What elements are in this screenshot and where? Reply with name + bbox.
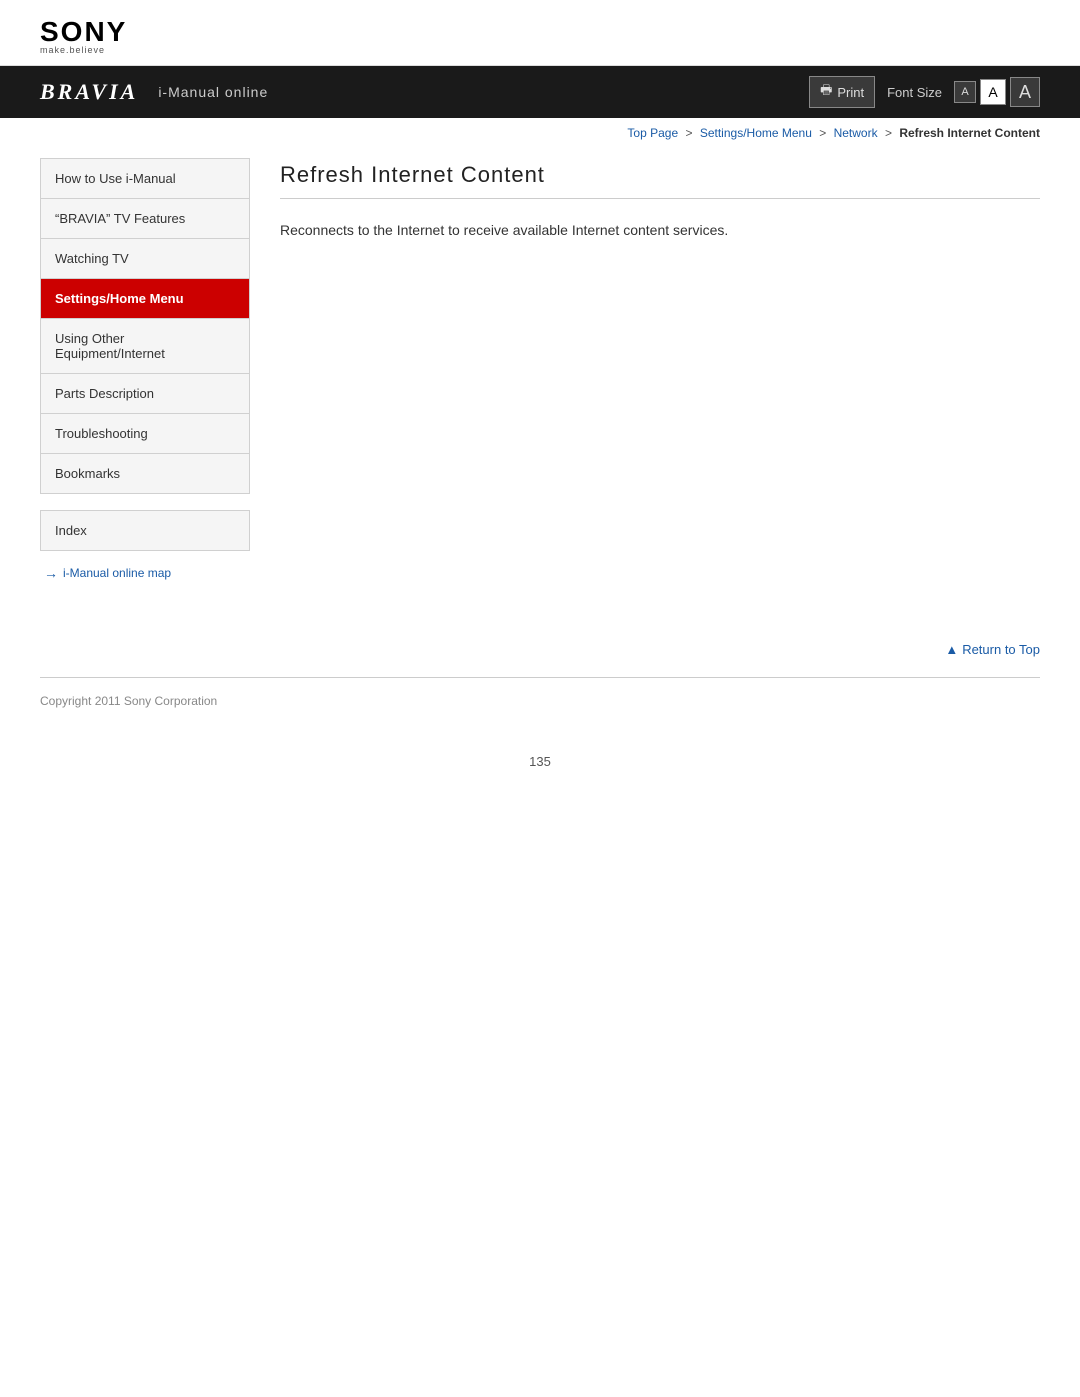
sidebar-item-settings-home-menu[interactable]: Settings/Home Menu [40,278,250,318]
breadcrumb-sep-1: > [685,126,692,140]
page-description: Reconnects to the Internet to receive av… [280,219,1040,241]
print-icon: 🖶 [820,81,832,103]
sidebar-item-parts-description[interactable]: Parts Description [40,373,250,413]
top-nav-bar: BRAVIA i-Manual online 🖶 Print Font Size… [0,66,1080,118]
logo-area: SONY make.believe [0,0,1080,66]
sony-brand: SONY [40,18,1040,46]
return-to-top-bar: ▲ Return to Top [0,621,1080,677]
breadcrumb-top-page[interactable]: Top Page [627,126,678,140]
font-large-button[interactable]: A [1010,77,1040,107]
bravia-logo: BRAVIA [40,79,138,105]
print-button[interactable]: 🖶 Print [809,76,875,108]
sidebar-item-troubleshooting[interactable]: Troubleshooting [40,413,250,453]
imanual-title: i-Manual online [158,84,809,100]
breadcrumb-settings-home-menu[interactable]: Settings/Home Menu [700,126,812,140]
sidebar-item-bookmarks[interactable]: Bookmarks [40,453,250,494]
font-medium-button[interactable]: A [980,79,1006,105]
arrow-right-icon: → [44,565,58,581]
content-area: Refresh Internet Content Reconnects to t… [280,158,1040,581]
copyright-text: Copyright 2011 Sony Corporation [40,694,217,708]
sidebar-item-using-other-equipment[interactable]: Using Other Equipment/Internet [40,318,250,373]
sony-tagline: make.believe [40,46,1040,55]
breadcrumb-sep-3: > [885,126,892,140]
sidebar: How to Use i-Manual “BRAVIA” TV Features… [40,158,250,581]
triangle-up-icon: ▲ [945,642,958,657]
font-size-label: Font Size [887,85,942,100]
main-layout: How to Use i-Manual “BRAVIA” TV Features… [0,158,1080,581]
top-bar-controls: 🖶 Print Font Size A A A [809,76,1040,108]
font-size-controls: A A A [954,77,1040,107]
breadcrumb-sep-2: > [819,126,826,140]
sidebar-item-how-to-use[interactable]: How to Use i-Manual [40,158,250,198]
sidebar-item-watching-tv[interactable]: Watching TV [40,238,250,278]
font-small-button[interactable]: A [954,81,976,103]
breadcrumb: Top Page > Settings/Home Menu > Network … [0,118,1080,148]
breadcrumb-current: Refresh Internet Content [899,126,1040,140]
footer: Copyright 2011 Sony Corporation [0,678,1080,724]
imanual-map-link[interactable]: → i-Manual online map [40,565,250,581]
sidebar-item-index[interactable]: Index [40,510,250,551]
sidebar-item-bravia-features[interactable]: “BRAVIA” TV Features [40,198,250,238]
page-number: 135 [0,724,1080,799]
page-title: Refresh Internet Content [280,162,1040,199]
breadcrumb-network[interactable]: Network [834,126,878,140]
return-to-top-link[interactable]: ▲ Return to Top [945,642,1040,657]
sony-logo: SONY make.believe [40,18,1040,55]
